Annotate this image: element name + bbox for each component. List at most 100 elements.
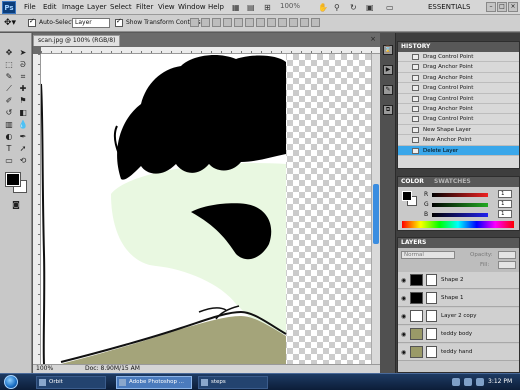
history-item[interactable]: Drag Control Point <box>398 114 519 125</box>
distribute-bottom-icon[interactable] <box>278 18 287 27</box>
zoom-tool-icon[interactable]: ⚲ <box>334 3 340 12</box>
fill-field[interactable] <box>498 261 516 269</box>
channel-value-field[interactable]: 1 <box>498 210 512 218</box>
menu-view[interactable]: View <box>158 3 175 11</box>
history-item[interactable]: Drag Control Point <box>398 52 519 63</box>
layers-panel-header[interactable]: LAYERS <box>398 238 519 248</box>
path-select-icon[interactable]: ➚ <box>17 143 29 154</box>
layer-row[interactable]: ◉ teddy hand <box>398 344 519 361</box>
layer-row[interactable]: ◉ Shape 1 <box>398 290 519 307</box>
status-zoom[interactable]: 100% <box>36 365 53 373</box>
align-right-icon[interactable] <box>245 18 254 27</box>
dodge-tool-icon[interactable]: ◐ <box>3 131 15 142</box>
document-tab[interactable]: scan.jpg @ 100% (RGB/8) <box>33 35 121 46</box>
minibridge-icon[interactable]: ▤ <box>247 3 255 12</box>
show-transform-checkbox[interactable] <box>115 17 123 27</box>
vertical-ruler[interactable] <box>33 54 41 364</box>
direct-select-icon[interactable]: ➤ <box>17 47 29 58</box>
history-item[interactable]: New Anchor Point <box>398 135 519 146</box>
visibility-eye-icon[interactable]: ◉ <box>401 349 406 356</box>
taskbar-clock[interactable]: 3:12 PM <box>488 378 512 385</box>
align-hcenter-icon[interactable] <box>234 18 243 27</box>
channel-value-field[interactable]: 1 <box>498 190 512 198</box>
color-spectrum-bar[interactable] <box>402 221 514 228</box>
layer-row[interactable]: ◉ Shape 2 <box>398 272 519 289</box>
actions-panel-icon[interactable]: ▶ <box>383 65 393 75</box>
crop-tool-icon[interactable]: ⌗ <box>17 71 29 82</box>
channel-gradient[interactable] <box>432 213 488 217</box>
blur-tool-icon[interactable]: 💧 <box>17 119 29 130</box>
tray-volume-icon[interactable] <box>464 378 472 386</box>
start-button[interactable] <box>4 375 18 389</box>
channel-gradient[interactable] <box>432 203 488 207</box>
menu-window[interactable]: Window <box>178 3 206 11</box>
layer-row[interactable]: ◉ teddy body <box>398 326 519 343</box>
visibility-eye-icon[interactable]: ◉ <box>401 331 406 338</box>
history-item[interactable]: Drag Anchor Point <box>398 73 519 84</box>
quick-mask-icon[interactable]: ◙ <box>10 199 22 210</box>
menu-file[interactable]: File <box>24 3 36 11</box>
hand-tool-icon[interactable]: ✋ <box>318 3 328 12</box>
distribute-right-icon[interactable] <box>311 18 320 27</box>
channel-gradient[interactable] <box>432 193 488 197</box>
distribute-hcenter-icon[interactable] <box>300 18 309 27</box>
maximize-icon[interactable]: □ <box>497 2 507 12</box>
history-item[interactable]: Drag Anchor Point <box>398 104 519 115</box>
distribute-left-icon[interactable] <box>289 18 298 27</box>
shape-tool-icon[interactable]: ▭ <box>3 155 15 166</box>
tab-swatches[interactable]: SWATCHES <box>434 178 471 185</box>
brush-tool-icon[interactable]: ✐ <box>3 95 15 106</box>
history-panel-header[interactable]: HISTORY <box>398 42 519 52</box>
brush-panel-icon[interactable]: ✎ <box>383 85 393 95</box>
visibility-eye-icon[interactable]: ◉ <box>401 313 406 320</box>
auto-select-checkbox[interactable] <box>28 17 36 27</box>
tab-color[interactable]: COLOR <box>401 178 424 185</box>
zoom-level[interactable]: 100% <box>280 2 300 10</box>
move-tool-icon[interactable]: ✥ <box>3 47 15 58</box>
close-icon[interactable]: × <box>508 2 518 12</box>
history-item[interactable]: Delete Layer <box>398 145 519 156</box>
type-tool-icon[interactable]: T <box>3 143 15 154</box>
vertical-scrollbar[interactable] <box>371 54 380 364</box>
taskbar-orbit[interactable]: Orbit <box>36 376 106 389</box>
screen-mode-icon[interactable]: ▭ <box>386 3 394 12</box>
lasso-tool-icon[interactable]: ᘐ <box>17 59 29 70</box>
view-extras-icon[interactable]: ⊞ <box>264 3 271 12</box>
menu-layer[interactable]: Layer <box>87 3 107 11</box>
menu-filter[interactable]: Filter <box>136 3 153 11</box>
history-brush-icon[interactable]: ↺ <box>3 107 15 118</box>
document-close-icon[interactable]: × <box>370 35 376 43</box>
foreground-color-swatch[interactable] <box>5 172 21 187</box>
arrange-documents-icon[interactable]: ▣ <box>366 3 374 12</box>
opacity-field[interactable] <box>498 251 516 259</box>
taskbar-photoshop[interactable]: Adobe Photoshop ... <box>116 376 192 389</box>
align-bottom-icon[interactable] <box>212 18 221 27</box>
channel-value-field[interactable]: 1 <box>498 200 512 208</box>
clone-source-icon[interactable]: ⧉ <box>383 105 393 115</box>
menu-image[interactable]: Image <box>62 3 84 11</box>
pen-tool-icon[interactable]: ✒ <box>17 131 29 142</box>
tray-network-icon[interactable] <box>452 378 460 386</box>
align-vcenter-icon[interactable] <box>201 18 210 27</box>
gradient-tool-icon[interactable]: ▥ <box>3 119 15 130</box>
history-item[interactable]: Drag Control Point <box>398 94 519 104</box>
layer-row[interactable]: ◉ Layer 2 copy <box>398 308 519 325</box>
taskbar-steps[interactable]: steps <box>198 376 268 389</box>
tray-flag-icon[interactable] <box>476 378 484 386</box>
distribute-top-icon[interactable] <box>256 18 265 27</box>
eraser-tool-icon[interactable]: ◧ <box>17 107 29 118</box>
distribute-vcenter-icon[interactable] <box>267 18 276 27</box>
quick-select-icon[interactable]: ✎ <box>3 71 15 82</box>
auto-select-dropdown[interactable]: Layer <box>72 18 110 28</box>
menu-help[interactable]: Help <box>208 3 224 11</box>
history-item[interactable]: Drag Anchor Point <box>398 62 519 73</box>
color-panel-foreground-swatch[interactable] <box>402 191 412 201</box>
history-item[interactable]: New Shape Layer <box>398 125 519 136</box>
healing-brush-icon[interactable]: ✚ <box>17 83 29 94</box>
menu-select[interactable]: Select <box>110 3 132 11</box>
scrollbar-thumb[interactable] <box>373 184 379 244</box>
blend-mode-dropdown[interactable]: Normal <box>401 251 455 259</box>
align-top-icon[interactable] <box>190 18 199 27</box>
menu-edit[interactable]: Edit <box>43 3 57 11</box>
3d-rotate-icon[interactable]: ⟲ <box>17 155 29 166</box>
